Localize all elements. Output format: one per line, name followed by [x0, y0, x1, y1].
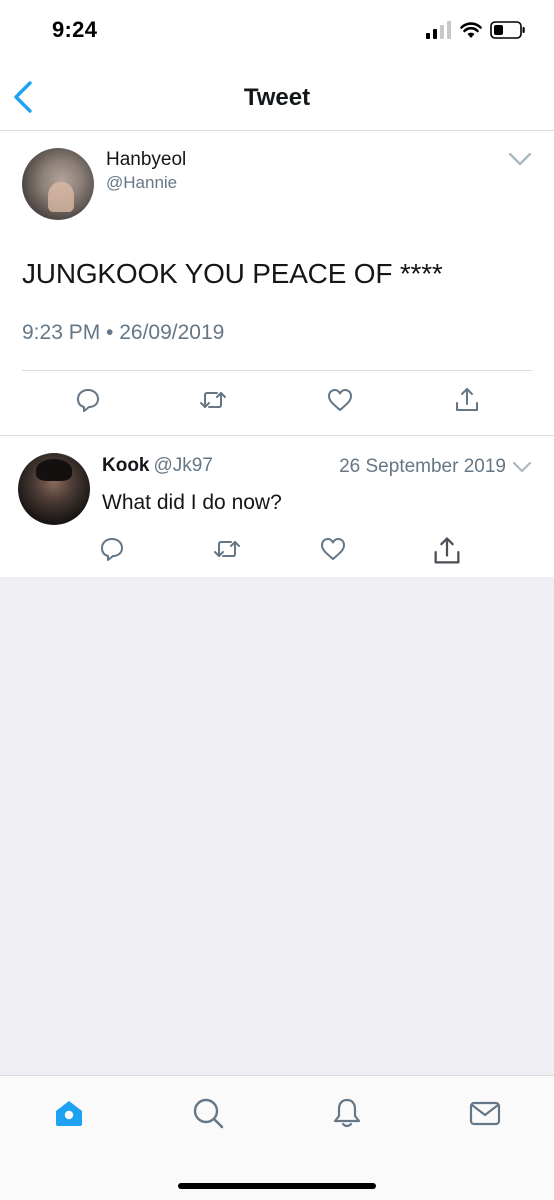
reply-author-name[interactable]: Kook — [102, 455, 150, 476]
avatar[interactable] — [22, 148, 94, 220]
divider — [22, 370, 532, 371]
status-icons — [426, 20, 526, 40]
reply-tweet[interactable]: Kook @Jk97 26 September 2019 What did I d… — [0, 436, 554, 577]
empty-area — [0, 577, 554, 1075]
home-icon[interactable] — [52, 1096, 86, 1130]
messages-icon[interactable] — [468, 1096, 502, 1130]
wifi-icon — [460, 22, 482, 38]
chevron-down-icon[interactable] — [508, 151, 532, 167]
reply-header: Kook @Jk97 — [102, 455, 213, 477]
search-icon[interactable] — [191, 1096, 225, 1130]
reply-date: 26 September 2019 — [339, 456, 506, 477]
share-icon[interactable] — [430, 534, 464, 568]
tab-bar — [0, 1075, 554, 1200]
like-icon[interactable] — [318, 534, 348, 564]
notifications-icon[interactable] — [330, 1096, 364, 1130]
battery-icon — [490, 21, 525, 39]
home-indicator[interactable] — [178, 1183, 376, 1189]
author-name[interactable]: Hanbyeol — [106, 149, 186, 171]
reply-text: What did I do now? — [102, 491, 282, 514]
reply-author-handle[interactable]: @Jk97 — [154, 455, 213, 476]
author-handle[interactable]: @Hannie — [106, 173, 177, 193]
page-title: Tweet — [243, 84, 311, 111]
like-icon[interactable] — [325, 385, 355, 415]
reply-icon[interactable] — [97, 534, 127, 564]
chevron-down-icon[interactable] — [512, 460, 532, 474]
tweet-timestamp: 9:23 PM • 26/09/2019 — [22, 321, 225, 344]
share-icon[interactable] — [452, 385, 482, 415]
tweet-text: JUNGKOOK YOU PEACE OF **** — [22, 258, 443, 289]
main-tweet: Hanbyeol @Hannie JUNGKOOK YOU PEACE OF *… — [0, 131, 554, 436]
tweet-actions — [0, 385, 554, 421]
avatar[interactable] — [18, 453, 90, 525]
retweet-icon[interactable] — [212, 534, 242, 564]
retweet-icon[interactable] — [198, 385, 228, 415]
status-time: 9:24 — [52, 17, 98, 42]
reply-actions — [0, 534, 554, 568]
nav-bar: Tweet — [0, 60, 554, 131]
status-bar: 9:24 — [0, 0, 554, 60]
reply-icon[interactable] — [73, 385, 103, 415]
signal-icon — [426, 21, 451, 39]
